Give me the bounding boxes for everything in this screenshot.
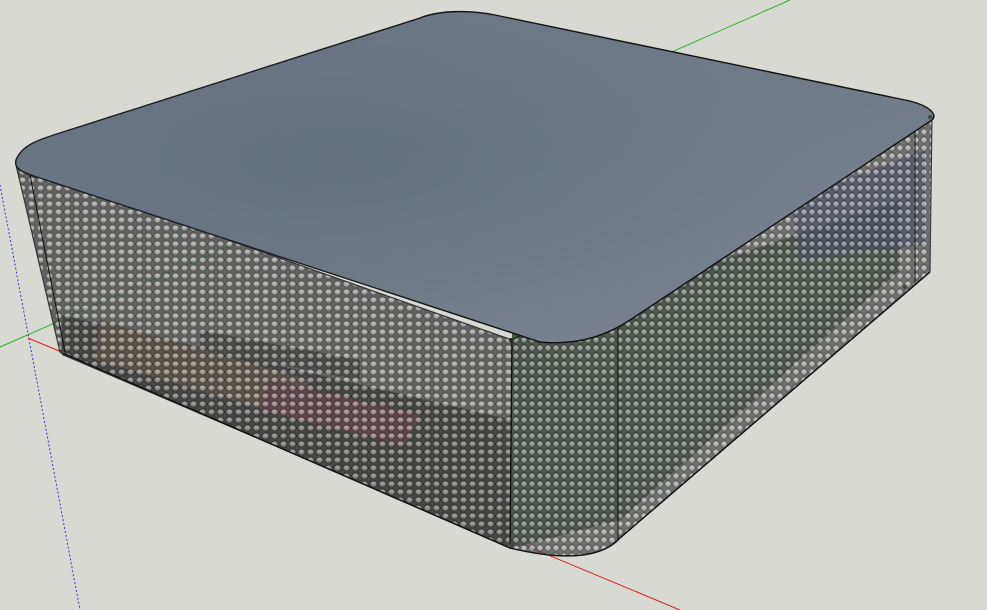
vertex-point: [509, 338, 513, 342]
vertex-point: [903, 285, 907, 289]
vertex-point: [928, 115, 932, 119]
vertex-point: [509, 542, 515, 548]
vertex-point: [60, 350, 64, 354]
sketchup-viewport[interactable]: [0, 0, 987, 610]
3d-model-scene[interactable]: [0, 0, 987, 610]
